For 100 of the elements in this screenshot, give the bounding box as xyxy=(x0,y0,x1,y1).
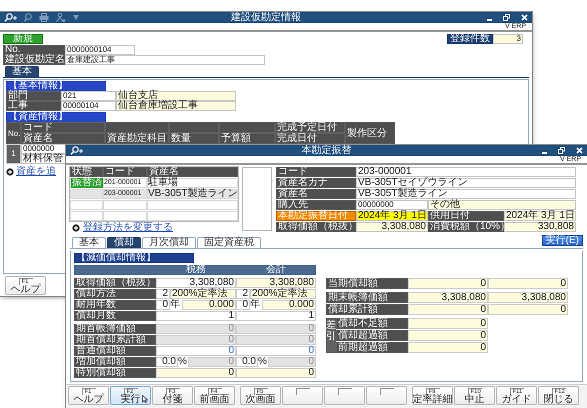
unit-label: 年 xyxy=(250,300,262,310)
caret-icon[interactable] xyxy=(73,15,79,20)
input-field[interactable]: 0.0 xyxy=(236,357,258,367)
column-header xyxy=(219,122,275,133)
field-label: 部門 xyxy=(6,91,61,101)
tab[interactable]: 月次償却 xyxy=(142,237,196,248)
pointer-icon xyxy=(142,395,148,403)
photo-placeholder xyxy=(242,167,272,231)
disabled-field: 0 xyxy=(268,357,316,367)
value-field: 0 xyxy=(408,342,488,353)
column-header: 製作区分 xyxy=(345,122,395,144)
function-key-button[interactable] xyxy=(324,386,365,405)
value-field: その他 xyxy=(428,200,576,210)
field-label: 工事 xyxy=(6,101,61,111)
field-label: No. xyxy=(3,45,65,55)
change-method-link[interactable]: 登録方法を変更する xyxy=(83,223,173,233)
column-header xyxy=(105,122,169,133)
unit-label: % xyxy=(258,357,268,367)
tab[interactable]: 基本 xyxy=(5,66,39,77)
tab[interactable]: 償却 xyxy=(107,237,141,248)
value-field: 0.000 xyxy=(262,300,316,310)
person-icon[interactable] xyxy=(56,13,66,22)
restore-button[interactable] xyxy=(558,147,565,154)
tab[interactable]: 固定資産税 xyxy=(197,237,261,248)
column-header xyxy=(169,122,219,133)
restore-button[interactable] xyxy=(503,14,510,21)
value-field: 0 xyxy=(408,330,488,341)
printer-icon[interactable] xyxy=(39,13,49,22)
disabled-field: 0 xyxy=(156,324,236,334)
value-field: 仙台倉庫増設工事 xyxy=(116,101,236,111)
column-header: 状態 xyxy=(70,167,103,177)
input-field[interactable]: 0.0 xyxy=(156,357,178,367)
input-field[interactable]: 021 xyxy=(61,91,116,101)
column-header: コード xyxy=(21,122,105,133)
field-label: 建設仮勘定名 xyxy=(3,55,65,65)
column-header: 数量 xyxy=(169,133,219,144)
value-field: 203-000001 xyxy=(356,167,576,177)
value-field: 200%定率法 xyxy=(250,289,316,299)
column-header: コード xyxy=(103,167,147,177)
execute-button[interactable]: 実行(E) xyxy=(542,235,583,246)
field-label: コード xyxy=(276,167,356,177)
table-cell xyxy=(103,200,147,210)
input-field[interactable]: 2 xyxy=(156,289,170,299)
close-button[interactable] xyxy=(576,147,583,154)
row-label: 償却累計額 xyxy=(326,304,408,315)
status-cell[interactable] xyxy=(70,189,103,199)
plus-circle-icon xyxy=(72,224,80,232)
plus-circle-icon xyxy=(6,168,14,176)
input-field[interactable]: 1 xyxy=(236,311,316,321)
value-field: 330,808 xyxy=(504,222,576,232)
column-header: 完成日付 xyxy=(275,133,345,144)
input-field[interactable]: 2 xyxy=(236,289,250,299)
close-button[interactable] xyxy=(521,14,528,21)
input-field[interactable]: 00000000 xyxy=(356,200,428,210)
column-header: 資産名 xyxy=(21,133,105,144)
tab[interactable]: 基本 xyxy=(72,237,106,248)
column-header: 予算額 xyxy=(219,133,275,144)
add-asset-link[interactable]: 資産を追 xyxy=(16,167,56,177)
input-field[interactable]: 0000000104 xyxy=(65,45,135,55)
value-field: 2024年 3月 1日 xyxy=(504,211,576,221)
value-field: 3,308,080 xyxy=(488,292,568,303)
value-field: 200%定率法 xyxy=(170,289,236,299)
input-field[interactable]: 0 xyxy=(236,346,316,356)
table-cell[interactable]: VB-305T製造ライン xyxy=(147,189,238,199)
count-field: 3 xyxy=(493,34,523,44)
value-field: 3,308,080 xyxy=(408,292,488,303)
disabled-field: 0 xyxy=(236,335,316,345)
table-cell[interactable]: 駐車場 xyxy=(147,178,238,188)
value-field: 0 xyxy=(408,318,488,329)
table-cell: 1 xyxy=(6,144,21,164)
value-field: 3,308,080 xyxy=(236,278,316,288)
function-key-button[interactable] xyxy=(282,386,323,405)
value-field: 2024年 3月 1日 xyxy=(356,211,428,221)
value-field: 0 xyxy=(488,278,568,289)
input-field[interactable]: 1 xyxy=(156,311,236,321)
input-field[interactable]: 0 xyxy=(156,300,170,310)
row-label: 当期償却額 xyxy=(326,278,408,289)
input-field[interactable]: 00000104 xyxy=(61,101,116,111)
function-key-button[interactable] xyxy=(366,386,407,405)
side-label: 差引 xyxy=(326,320,336,344)
value-field: 3,308,080 xyxy=(356,222,428,232)
value-field: VB-305T製造ライン xyxy=(356,189,576,199)
input-field[interactable]: 0 xyxy=(236,300,250,310)
input-field[interactable]: 倉庫建設工事 xyxy=(65,55,265,65)
value-field: 仙台支店 xyxy=(116,91,236,101)
value-field: 0 xyxy=(408,304,488,315)
unit-label: 年 xyxy=(170,300,182,310)
row-label: 期末帳簿価額 xyxy=(326,292,408,303)
column-header: 資産勘定科目 xyxy=(105,133,169,144)
value-field: 0.000 xyxy=(182,300,236,310)
row-label: 償却超過額 xyxy=(336,330,408,341)
column-header: No. xyxy=(6,122,21,144)
column-header: 資産名 xyxy=(147,167,238,177)
input-field[interactable]: 3,308,080 xyxy=(156,278,236,288)
search-add-icon[interactable] xyxy=(70,146,83,155)
window-title: 建設仮勘定情報 xyxy=(231,12,301,23)
search-icon[interactable] xyxy=(24,13,32,22)
input-field[interactable]: 0 xyxy=(156,346,236,356)
search-add-icon[interactable] xyxy=(4,13,17,22)
value-field: 0 xyxy=(408,278,488,289)
